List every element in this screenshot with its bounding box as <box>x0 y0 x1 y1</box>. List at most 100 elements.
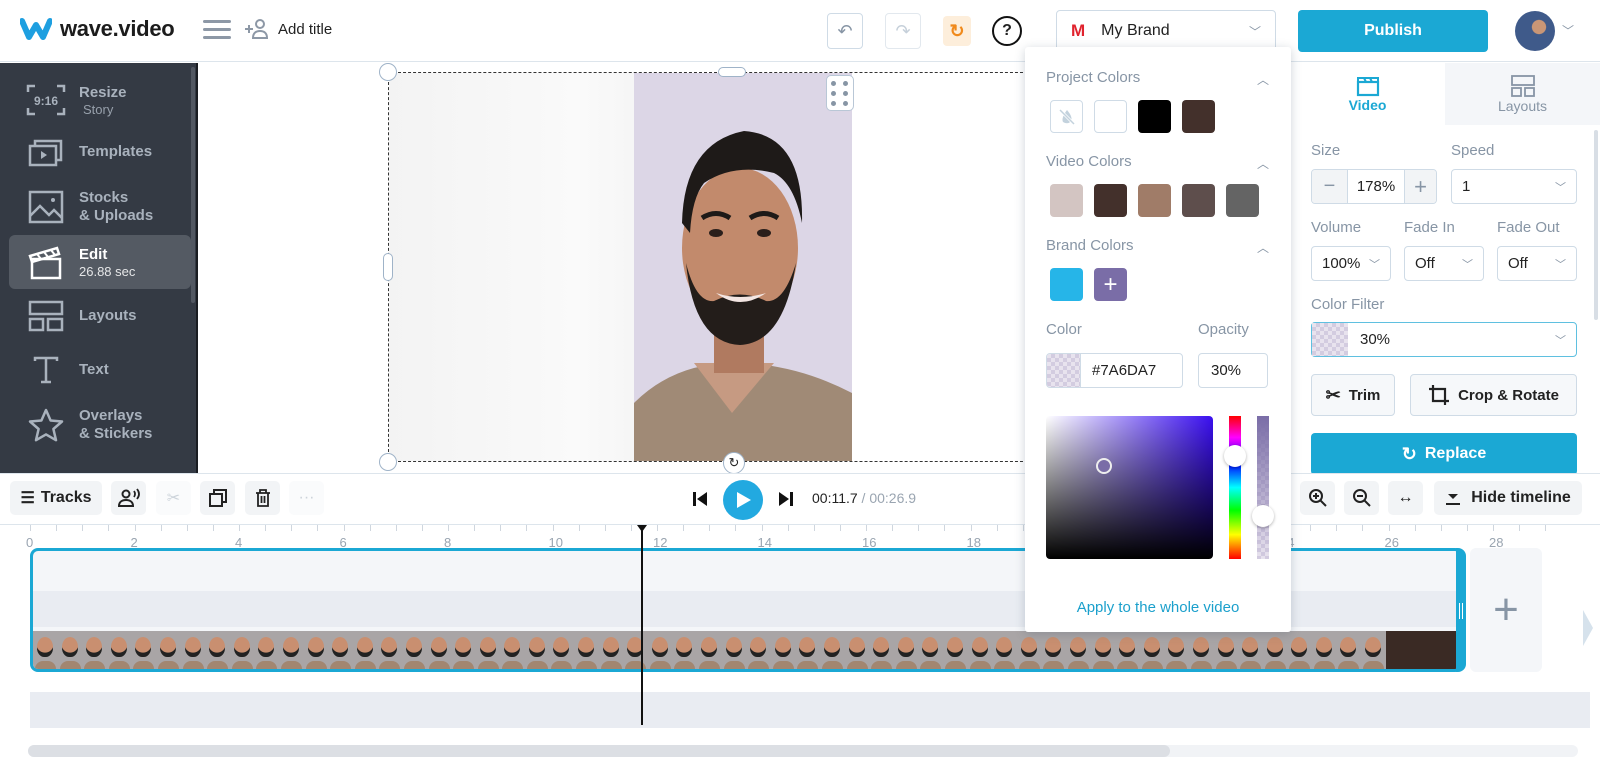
sidebar-item-templates[interactable]: Templates <box>9 125 191 179</box>
increase-size-button[interactable]: + <box>1404 170 1436 203</box>
add-brand-color-button[interactable]: + <box>1094 268 1127 301</box>
resize-handle-bottom-left[interactable] <box>379 453 397 471</box>
layouts-icon <box>25 296 67 336</box>
resize-handle-top-left[interactable] <box>379 63 397 81</box>
ruler-tick <box>108 525 110 531</box>
chevron-down-icon[interactable]: ﹀ <box>1562 22 1574 39</box>
saturation-brightness-picker[interactable] <box>1046 416 1213 559</box>
clip-thumbnail <box>500 631 525 669</box>
replace-button[interactable]: ↻ Replace <box>1311 433 1577 475</box>
empty-track[interactable] <box>30 692 1590 728</box>
wave-video-logo[interactable]: wave.video <box>20 16 175 42</box>
resize-handle-top[interactable] <box>718 67 746 77</box>
user-avatar[interactable] <box>1515 11 1555 51</box>
color-filter-select[interactable]: 30% ﹀ <box>1311 322 1577 357</box>
more-options-button[interactable]: ··· <box>289 481 324 515</box>
project-color-swatch[interactable] <box>1182 100 1215 133</box>
clip-thumbnail <box>1041 631 1066 669</box>
playhead[interactable] <box>637 525 648 725</box>
project-color-swatch[interactable] <box>1094 100 1127 133</box>
sidebar-item-text[interactable]: Text <box>9 343 191 397</box>
sidebar-item-stocks-uploads[interactable]: Stocks & Uploads <box>9 180 191 234</box>
sidebar-scrollbar[interactable] <box>191 67 195 303</box>
brand-color-swatch[interactable] <box>1050 268 1083 301</box>
crop-rotate-button[interactable]: Crop & Rotate <box>1410 374 1577 416</box>
split-button[interactable]: ✂ <box>156 481 191 515</box>
zoom-in-button[interactable] <box>1300 481 1335 515</box>
sync-button[interactable]: ↻ <box>943 16 971 46</box>
clip-thumbnail <box>1115 631 1140 669</box>
rotate-handle-icon[interactable]: ↻ <box>723 452 745 474</box>
video-color-swatch[interactable] <box>1182 184 1215 217</box>
play-button[interactable] <box>723 480 763 520</box>
resize-handle-left[interactable] <box>383 253 393 281</box>
help-button[interactable]: ? <box>992 16 1022 46</box>
sidebar-item-overlays-stickers[interactable]: Overlays & Stickers <box>9 398 191 452</box>
sv-picker-knob[interactable] <box>1096 458 1113 475</box>
clip-thumbnail <box>205 631 230 669</box>
opacity-field[interactable]: 30% <box>1198 353 1268 388</box>
sidebar-item-resize[interactable]: 9:16 Resize Story <box>9 73 191 127</box>
collapse-caret-icon[interactable]: ︿ <box>1257 155 1269 172</box>
add-title-button[interactable]: Add title <box>244 18 332 40</box>
decrease-size-button[interactable]: − <box>1312 170 1348 203</box>
menu-icon[interactable] <box>203 20 231 42</box>
zoom-out-button[interactable] <box>1344 481 1379 515</box>
voiceover-button[interactable] <box>111 481 146 515</box>
timeline-scrollbar-thumb[interactable] <box>28 745 1170 757</box>
selection-frame[interactable] <box>388 72 1028 462</box>
ruler-tick <box>56 525 58 531</box>
tab-video[interactable]: Video <box>1290 63 1445 125</box>
skip-forward-button[interactable] <box>778 490 794 513</box>
duplicate-button[interactable] <box>200 481 235 515</box>
clip-trim-handle[interactable] <box>1456 548 1466 672</box>
collapse-caret-icon[interactable]: ︿ <box>1257 71 1269 88</box>
color-hex-field[interactable]: #7A6DA7 <box>1046 353 1183 388</box>
hide-timeline-button[interactable]: Hide timeline <box>1434 481 1582 515</box>
clip-thumbnail <box>845 631 870 669</box>
publish-button[interactable]: Publish <box>1298 10 1488 52</box>
video-color-swatch[interactable] <box>1226 184 1259 217</box>
panel-scrollbar[interactable] <box>1594 130 1598 320</box>
add-clip-button[interactable]: + <box>1470 548 1542 672</box>
chevron-down-icon: ﹀ <box>1462 258 1473 271</box>
video-color-swatch[interactable] <box>1094 184 1127 217</box>
apply-to-whole-video-link[interactable]: Apply to the whole video <box>1025 599 1291 616</box>
size-stepper[interactable]: − 178% + <box>1311 169 1437 204</box>
hue-slider[interactable] <box>1224 416 1246 559</box>
tab-layouts[interactable]: Layouts <box>1445 63 1600 125</box>
color-picker-popup: Project Colors ︿ Video Colors ︿ Brand Co… <box>1025 47 1291 632</box>
color-hex-value[interactable]: #7A6DA7 <box>1081 354 1156 387</box>
redo-button[interactable]: ↷ <box>885 13 921 49</box>
fade-out-select[interactable]: Off ﹀ <box>1497 246 1577 281</box>
fade-in-select[interactable]: Off ﹀ <box>1404 246 1484 281</box>
skip-back-button[interactable] <box>692 490 708 513</box>
sidebar-item-layouts[interactable]: Layouts <box>9 289 191 343</box>
tracks-button[interactable]: ☰ Tracks <box>10 481 102 515</box>
delete-button[interactable] <box>245 481 280 515</box>
trim-button[interactable]: ✂ Trim <box>1311 374 1395 416</box>
video-color-swatch[interactable] <box>1138 184 1171 217</box>
undo-button[interactable]: ↶ <box>827 13 863 49</box>
sidebar: 9:16 Resize Story Templates Stocks & Uploa… <box>0 63 198 473</box>
collapse-caret-icon[interactable]: ︿ <box>1257 239 1269 256</box>
clip-thumbnail <box>58 631 83 669</box>
alpha-slider-knob[interactable] <box>1252 505 1274 528</box>
hue-slider-knob[interactable] <box>1224 445 1246 468</box>
sidebar-item-edit[interactable]: Edit 26.88 sec <box>9 235 191 289</box>
alpha-slider[interactable] <box>1252 416 1274 559</box>
time-ruler[interactable]: 0246810121416182022242628 <box>0 525 1600 550</box>
volume-select[interactable]: 100% ﹀ <box>1311 246 1391 281</box>
size-value[interactable]: 178% <box>1348 170 1404 203</box>
fit-timeline-button[interactable]: ↔ <box>1388 481 1423 515</box>
ruler-tick <box>1022 525 1024 531</box>
scroll-right-arrow-icon[interactable] <box>1583 610 1593 646</box>
video-color-swatch[interactable] <box>1050 184 1083 217</box>
time-separator: / <box>857 490 870 506</box>
drag-handle-icon[interactable] <box>826 75 854 111</box>
brand-selector[interactable]: M My Brand ﹀ <box>1056 10 1276 52</box>
timeline[interactable]: 0246810121416182022242628 <box>0 525 1600 764</box>
no-color-swatch[interactable] <box>1050 100 1083 133</box>
speed-select[interactable]: 1 ﹀ <box>1451 169 1577 204</box>
project-color-swatch[interactable] <box>1138 100 1171 133</box>
